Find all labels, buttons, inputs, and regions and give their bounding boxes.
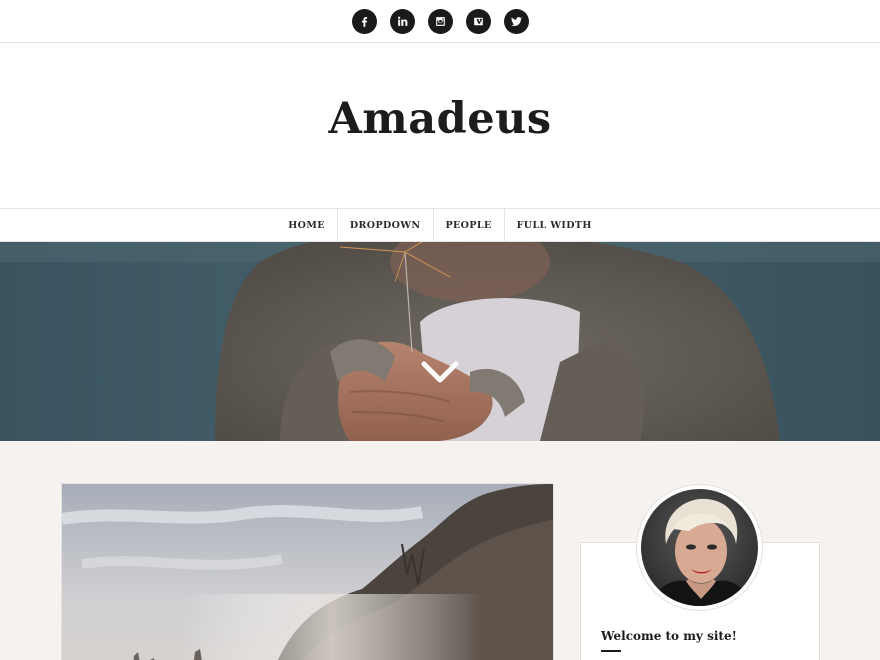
avatar <box>636 484 763 611</box>
widget-title: Welcome to my site! <box>601 629 737 643</box>
instagram-icon[interactable] <box>427 8 453 34</box>
hero-image <box>0 242 880 441</box>
facebook-icon[interactable] <box>351 8 377 34</box>
nav-item-people[interactable]: PEOPLE <box>432 209 504 241</box>
chevron-down-icon[interactable] <box>420 358 460 386</box>
site-header: Amadeus <box>0 43 880 208</box>
nav-item-home[interactable]: HOME <box>276 209 337 241</box>
vimeo-icon[interactable] <box>465 8 491 34</box>
twitter-icon[interactable] <box>503 8 529 34</box>
linkedin-icon[interactable] <box>389 8 415 34</box>
nav-item-dropdown[interactable]: DROPDOWN <box>336 209 433 241</box>
main-navigation: HOME DROPDOWN PEOPLE FULL WIDTH <box>0 208 880 242</box>
widget-title-underline <box>601 650 621 652</box>
post-featured-image[interactable] <box>61 483 554 660</box>
site-title[interactable]: Amadeus <box>328 94 551 144</box>
nav-item-full-width[interactable]: FULL WIDTH <box>503 209 604 241</box>
social-links-bar <box>0 0 880 43</box>
content-area: Welcome to my site! <box>0 441 880 660</box>
hero-banner <box>0 242 880 441</box>
